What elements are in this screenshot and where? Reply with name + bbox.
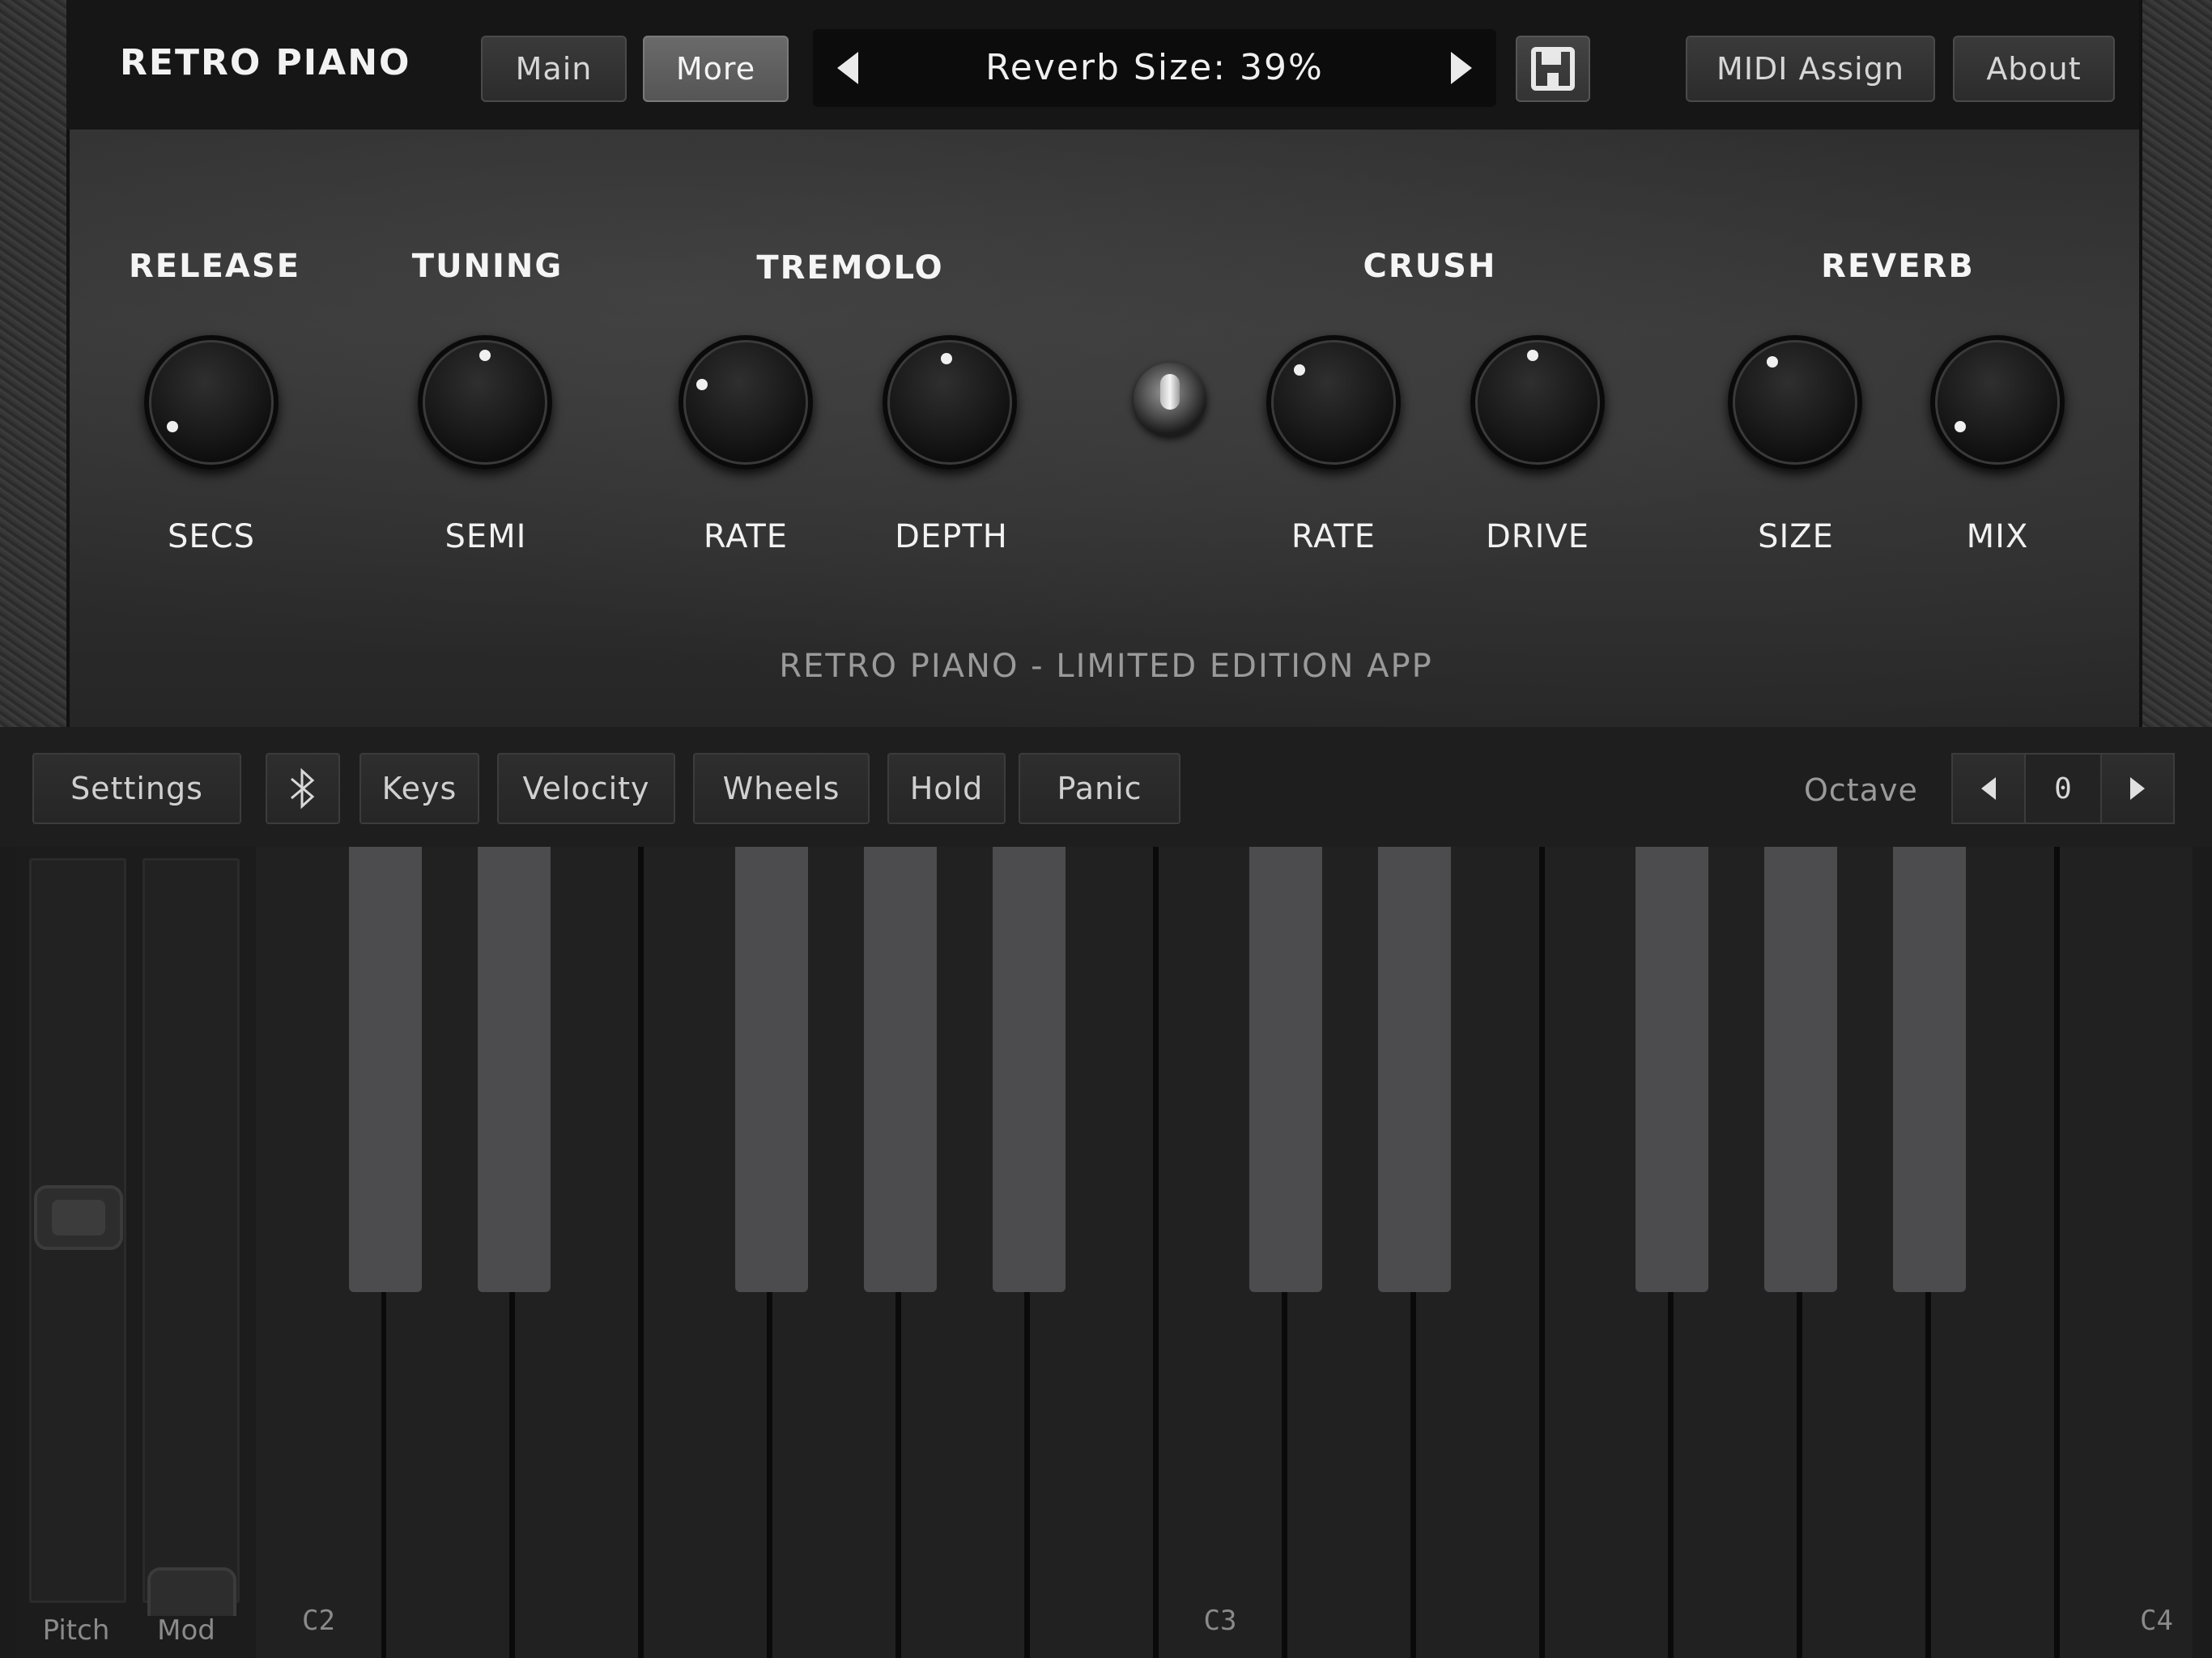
tremolo-rate-label: RATE — [703, 518, 789, 555]
crush-rate-label: RATE — [1291, 518, 1376, 555]
octave-up-button[interactable] — [2100, 753, 2175, 824]
black-key[interactable] — [478, 847, 551, 1292]
preset-display: Reverb Size: 39% — [813, 29, 1496, 107]
keyboard-controls-bar: Settings Keys Velocity Wheels Hold Panic… — [0, 727, 2212, 847]
knob-indicator — [1767, 356, 1778, 368]
settings-button[interactable]: Settings — [32, 753, 241, 824]
next-preset-arrow-icon[interactable] — [1451, 52, 1472, 84]
hold-button[interactable]: Hold — [887, 753, 1006, 824]
left-leather-trim — [0, 0, 70, 727]
note-label-c3: C3 — [1203, 1605, 1237, 1637]
tremolo-depth-knob[interactable] — [883, 335, 1017, 470]
more-tab-button[interactable]: More — [643, 36, 789, 102]
panic-button[interactable]: Panic — [1019, 753, 1180, 824]
right-leather-trim — [2139, 0, 2212, 727]
tremolo-rate-knob[interactable] — [678, 335, 813, 470]
black-key[interactable] — [864, 847, 937, 1292]
crush-drive-knob[interactable] — [1470, 335, 1605, 470]
tuning-semi-label: SEMI — [445, 518, 527, 555]
knob-indicator — [1955, 421, 1966, 432]
octave-label: Octave — [1804, 772, 1918, 808]
reverb-mix-label: MIX — [1966, 518, 2029, 555]
crush-drive-label: DRIVE — [1485, 518, 1590, 555]
synth-panel: RETRO PIANO Main More Reverb Size: 39% M… — [0, 0, 2212, 727]
release-secs-knob[interactable] — [144, 335, 279, 470]
reverb-size-label: SIZE — [1758, 518, 1834, 555]
main-tab-button[interactable]: Main — [481, 36, 627, 102]
piano-keyboard: C2 C3 C4 — [256, 847, 2193, 1658]
crush-toggle-switch[interactable] — [1134, 363, 1206, 436]
black-key[interactable] — [1764, 847, 1837, 1292]
crush-section-title: CRUSH — [1363, 248, 1497, 285]
black-key[interactable] — [1893, 847, 1966, 1292]
tremolo-depth-label: DEPTH — [895, 518, 1008, 555]
black-key[interactable] — [1378, 847, 1451, 1292]
mod-wheel[interactable] — [143, 858, 240, 1603]
keys-button[interactable]: Keys — [359, 753, 479, 824]
save-button[interactable] — [1516, 36, 1590, 102]
black-key[interactable] — [1249, 847, 1322, 1292]
octave-value: 0 — [2026, 753, 2100, 824]
octave-up-arrow-icon — [2130, 777, 2145, 800]
black-key[interactable] — [349, 847, 422, 1292]
reverb-mix-knob[interactable] — [1930, 335, 2065, 470]
knob-indicator — [167, 421, 178, 432]
mod-wheel-label: Mod — [157, 1614, 215, 1647]
reverb-section-title: REVERB — [1821, 248, 1975, 285]
bluetooth-button[interactable] — [266, 753, 340, 824]
release-section-title: RELEASE — [128, 248, 301, 285]
pitch-wheel-handle[interactable] — [34, 1185, 123, 1250]
note-label-c2: C2 — [302, 1605, 335, 1637]
edition-footer-text: RETRO PIANO - LIMITED EDITION APP — [779, 648, 1433, 685]
pitch-wheel-label: Pitch — [42, 1614, 110, 1647]
preset-display-text: Reverb Size: 39% — [985, 47, 1324, 88]
wheels-panel: Pitch Mod — [16, 847, 254, 1658]
mod-wheel-handle[interactable] — [147, 1567, 236, 1616]
bluetooth-icon — [291, 767, 315, 810]
about-button[interactable]: About — [1953, 36, 2115, 102]
knob-indicator — [1294, 364, 1305, 376]
floppy-disk-icon — [1531, 47, 1575, 91]
midi-assign-button[interactable]: MIDI Assign — [1686, 36, 1935, 102]
black-key[interactable] — [735, 847, 808, 1292]
white-key[interactable]: C4 — [2057, 847, 2193, 1658]
knob-indicator — [941, 353, 952, 364]
retro-piano-app: RETRO PIANO Main More Reverb Size: 39% M… — [0, 0, 2212, 1658]
black-key[interactable] — [993, 847, 1066, 1292]
octave-down-button[interactable] — [1951, 753, 2026, 824]
tuning-semi-knob[interactable] — [418, 335, 552, 470]
octave-down-arrow-icon — [1981, 777, 1996, 800]
app-title: RETRO PIANO — [120, 42, 411, 83]
knob-indicator — [696, 379, 708, 390]
knob-indicator — [1527, 350, 1538, 361]
wheels-button[interactable]: Wheels — [693, 753, 870, 824]
note-label-c4: C4 — [2140, 1605, 2173, 1637]
tuning-section-title: TUNING — [411, 248, 564, 285]
release-secs-label: SECS — [168, 518, 255, 555]
velocity-button[interactable]: Velocity — [497, 753, 675, 824]
crush-rate-knob[interactable] — [1266, 335, 1401, 470]
reverb-size-knob[interactable] — [1728, 335, 1862, 470]
black-key[interactable] — [1636, 847, 1708, 1292]
tremolo-section-title: TREMOLO — [756, 249, 944, 287]
knob-indicator — [479, 350, 491, 361]
